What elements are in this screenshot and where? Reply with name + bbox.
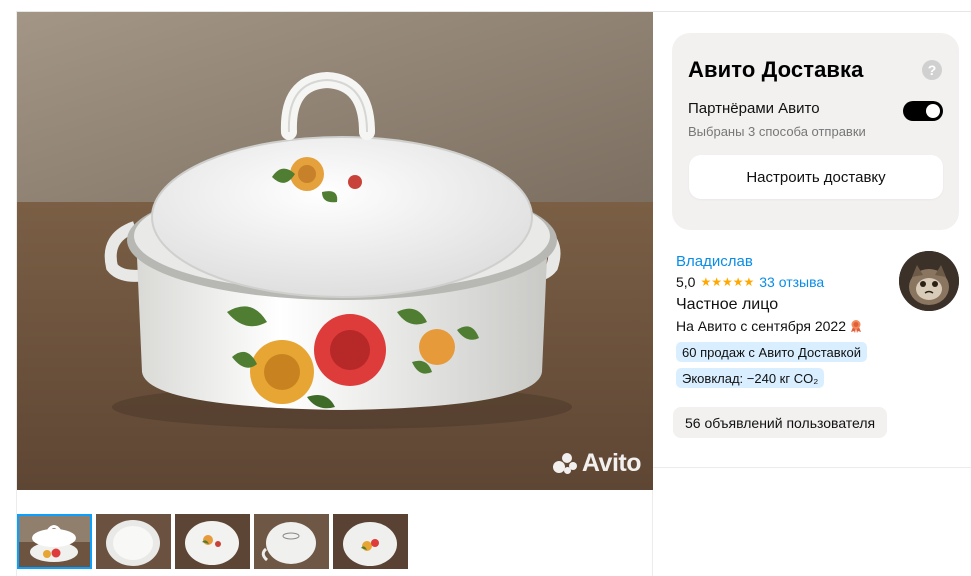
rating-stars-icon: ★★★★★ bbox=[700, 275, 755, 289]
medal-icon bbox=[850, 319, 862, 333]
delivery-card: Авито Доставка ? Партнёрами Авито Выбран… bbox=[672, 33, 959, 230]
seller-name-link[interactable]: Владислав bbox=[676, 253, 753, 270]
reviews-link[interactable]: 33 отзыва bbox=[759, 274, 824, 290]
rating-value: 5,0 bbox=[676, 274, 696, 290]
thumbnail-5[interactable] bbox=[333, 514, 408, 569]
thumbnail-strip bbox=[17, 514, 408, 569]
thumbnail-3[interactable] bbox=[175, 514, 250, 569]
eco-badge: Эковклад: −240 кг CO₂ bbox=[676, 368, 825, 388]
avito-watermark: Avito bbox=[552, 449, 642, 478]
help-icon[interactable]: ? bbox=[922, 60, 942, 80]
avito-logo-icon bbox=[552, 452, 579, 475]
partners-subtitle: Выбраны 3 способа отправки bbox=[688, 124, 866, 139]
thumbnail-4[interactable] bbox=[254, 514, 329, 569]
pot-photo-illustration bbox=[17, 12, 653, 490]
seller-bottom-divider bbox=[653, 467, 971, 468]
user-listings-button[interactable]: 56 объявлений пользователя bbox=[673, 407, 888, 438]
seller-since-text: На Авито с сентября 2022 bbox=[676, 318, 846, 334]
listing-page: Avito Авито Доставка ? Партнёрами Авито … bbox=[0, 0, 971, 576]
delivery-title: Авито Доставка bbox=[688, 57, 864, 82]
thumbnail-1[interactable] bbox=[17, 514, 92, 569]
sales-badge: 60 продаж с Авито Доставкой bbox=[676, 342, 867, 362]
seller-since: На Авито с сентября 2022 bbox=[676, 318, 862, 334]
main-photo[interactable]: Avito bbox=[17, 12, 653, 490]
thumbnail-2[interactable] bbox=[96, 514, 171, 569]
toggle-knob bbox=[926, 104, 940, 118]
seller-type: Частное лицо bbox=[676, 296, 779, 313]
partners-toggle[interactable] bbox=[903, 101, 943, 121]
seller-avatar[interactable] bbox=[899, 251, 959, 311]
partners-label: Партнёрами Авито bbox=[688, 100, 820, 117]
seller-rating: 5,0 ★★★★★ 33 отзыва bbox=[676, 274, 824, 290]
setup-delivery-button[interactable]: Настроить доставку bbox=[689, 155, 943, 199]
watermark-text: Avito bbox=[581, 449, 642, 477]
